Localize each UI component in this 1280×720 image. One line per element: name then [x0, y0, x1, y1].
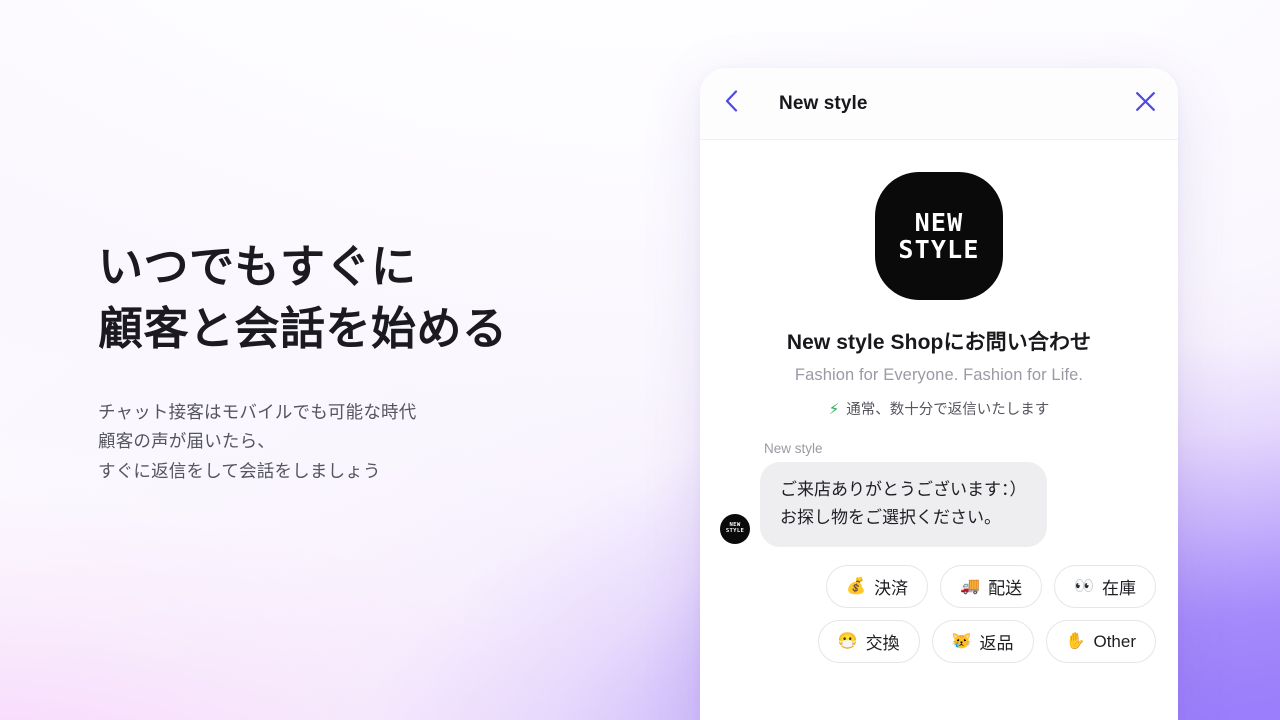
brand-logo-line2: STYLE: [898, 235, 980, 264]
hero-section: いつでもすぐに 顧客と会話を始める チャット接客はモバイルでも可能な時代 顧客の…: [0, 0, 700, 720]
close-button[interactable]: [1128, 87, 1162, 121]
quick-reply-other[interactable]: ✋ Other: [1045, 620, 1156, 664]
quick-reply-label: 配送: [988, 579, 1023, 599]
quick-reply-label: 在庫: [1102, 579, 1136, 599]
mask-face-icon: 😷: [837, 632, 858, 650]
eyes-icon: 👀: [1074, 577, 1094, 595]
hero-subcopy: チャット接客はモバイルでも可能な時代 顧客の声が届いたら、 すぐに返信をして会話…: [98, 402, 417, 481]
money-bag-icon: 💰: [846, 577, 867, 595]
crying-cat-icon: 😿: [951, 632, 972, 650]
reply-time-notice: ⚡ 通常、数十分で返信いたします: [829, 398, 1050, 419]
page-root: いつでもすぐに 顧客と会話を始める チャット接客はモバイルでも可能な時代 顧客の…: [0, 0, 1280, 720]
page-title: いつでもすぐに 顧客と会話を始める: [98, 241, 508, 355]
reply-time-label: 通常、数十分で返信いたします: [846, 402, 1050, 418]
quick-reply-stock[interactable]: 👀 在庫: [1054, 565, 1156, 609]
chat-message-row: NEW STYLE New style ご来店ありがとうございます：） お探し物…: [720, 441, 1158, 548]
delivery-truck-icon: 🚚: [960, 577, 981, 595]
lightning-bolt-icon: ⚡: [828, 400, 840, 418]
avatar: NEW STYLE: [720, 514, 750, 545]
quick-reply-label: 返品: [979, 634, 1014, 654]
brand-logo: NEW STYLE: [875, 172, 1003, 300]
quick-reply-shipping[interactable]: 🚚 配送: [940, 565, 1043, 609]
shop-tagline: Fashion for Everyone. Fashion for Life.: [794, 366, 1084, 384]
back-button[interactable]: [714, 87, 748, 121]
chat-message-column: New style ご来店ありがとうございます：） お探し物をご選択ください。: [760, 441, 1047, 548]
chat-widget-header: New style: [700, 68, 1178, 140]
chat-widget-body: NEW STYLE New style Shopにお問い合わせ Fashion …: [700, 140, 1178, 720]
quick-reply-label: 交換: [865, 634, 900, 654]
raised-hand-icon: ✋: [1065, 632, 1086, 650]
quick-reply-return[interactable]: 😿 返品: [931, 620, 1034, 664]
chat-widget-title: New style: [779, 92, 868, 114]
quick-reply-exchange[interactable]: 😷 交換: [817, 620, 920, 664]
quick-reply-label: 決済: [874, 579, 909, 599]
shop-title: New style Shopにお問い合わせ: [786, 331, 1092, 354]
chevron-left-icon: [725, 90, 738, 117]
chat-widget-card: New style NEW STYLE New style Shopにお問い合わ…: [700, 68, 1178, 720]
quick-reply-list: 💰 決済 🚚 配送 👀 在庫 😷 交換 😿 返品 ✋ Other: [720, 565, 1158, 664]
quick-reply-payment[interactable]: 💰 決済: [826, 565, 929, 609]
close-icon: [1135, 91, 1156, 117]
avatar-line2: STYLE: [725, 528, 745, 535]
message-bubble: ご来店ありがとうございます：） お探し物をご選択ください。: [760, 462, 1047, 548]
brand-logo-line1: NEW: [914, 208, 964, 237]
brand-block: NEW STYLE New style Shopにお問い合わせ Fashion …: [720, 140, 1158, 419]
quick-reply-label: Other: [1093, 631, 1136, 651]
message-sender-name: New style: [764, 441, 823, 456]
